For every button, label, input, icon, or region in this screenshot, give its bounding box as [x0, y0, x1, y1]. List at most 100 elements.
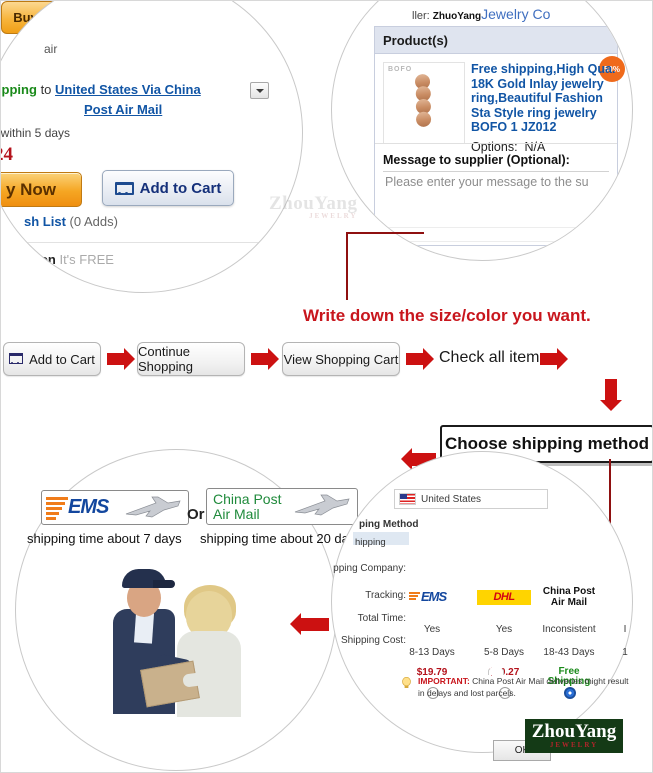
row-label-tracking: Tracking:: [365, 590, 406, 601]
notice-text1: China Post Air Mail deliveries might res…: [472, 676, 629, 686]
china-post-radio[interactable]: [564, 687, 576, 699]
zhouyang-jewelry-logo: ZhouYang JEWELRY: [525, 719, 623, 753]
free-shipping-tab[interactable]: hipping: [353, 532, 409, 548]
courier-shirt: [133, 612, 155, 644]
flow-view-shopping-cart-button[interactable]: View Shopping Cart: [282, 342, 400, 376]
china-post-caption: shipping time about 20 days: [200, 531, 362, 546]
product-title[interactable]: Free shipping,High Qua. 18K Gold Inlay j…: [471, 62, 621, 135]
add-to-cart-label: Add to Cart: [139, 179, 222, 197]
lightbulb-icon: [402, 677, 411, 688]
checkout-page-callout-circle: ller: ZhuoYangJewelry Co Product(s) BOFO: [331, 1, 633, 261]
arrow-right-icon: [107, 348, 135, 370]
wish-list-row[interactable]: sh List (0 Adds): [24, 214, 118, 229]
free-shipping-tab-label: hipping: [355, 537, 386, 548]
row-label-company: pping Company:: [333, 563, 406, 574]
message-to-supplier-label: Message to supplier (Optional):: [383, 153, 570, 167]
ems-label: EMS: [421, 589, 447, 604]
logo-text: ZhouYang: [532, 721, 617, 742]
free-shipping-row: hipping to United States Via China: [1, 82, 201, 97]
divider: [383, 227, 609, 228]
china-post-icon: China Post Air Mail: [543, 586, 595, 608]
price-value: 24: [1, 144, 13, 165]
china-post-line1: China Post: [213, 491, 282, 507]
ems-bars-icon: [46, 497, 68, 522]
china-post-header: China Post Air Mail: [538, 586, 600, 608]
flow-add-to-cart-button[interactable]: Add to Cart: [3, 342, 101, 376]
add-to-cart-button[interactable]: Add to Cart: [102, 170, 234, 206]
product-thumbnail[interactable]: BOFO: [383, 62, 465, 144]
message-placeholder: Please enter your message to the su: [385, 175, 589, 189]
ems-logo-text: EMS: [68, 496, 109, 518]
arrow-right-icon: [406, 348, 434, 370]
seller-name: ZhuoYang: [432, 11, 482, 22]
to-label: to: [40, 82, 52, 97]
destination-link[interactable]: United States Via China: [55, 82, 201, 97]
airplane-icon: [294, 494, 350, 516]
clipped-tracking: I: [623, 624, 627, 635]
china-post-logo-box: China Post Air Mail: [206, 488, 358, 525]
logo-sub: JEWELRY: [549, 741, 599, 749]
china-post-total-time: 18-43 Days: [543, 647, 595, 658]
china-post-head-line1: China Post: [542, 586, 596, 597]
shipping-method-label: ping Method: [359, 519, 419, 530]
air-text: air: [44, 42, 58, 56]
china-post-logo-text: China Post Air Mail: [213, 492, 281, 522]
china-post-head-line2: Air Mail: [550, 597, 588, 608]
annotation-line-horizontal: [346, 232, 424, 234]
free-shipping-label: hipping: [1, 82, 37, 97]
checkout-page-content: ller: ZhuoYangJewelry Co Product(s) BOFO: [332, 2, 632, 260]
product-page-callout-circle: air hipping to United States Via China P…: [1, 1, 303, 293]
buy-now-button[interactable]: y Now: [1, 172, 82, 207]
china-post-line2: Air Mail: [213, 506, 260, 522]
ring-image: [389, 68, 457, 137]
dhl-total-time: 5-8 Days: [483, 647, 524, 658]
logo-part2: Yang: [575, 721, 617, 742]
flow-continue-shopping-button[interactable]: Continue Shopping: [137, 342, 245, 376]
arrow-right-icon: [540, 348, 568, 370]
products-panel: Product(s) BOFO 50% Free shipping,High Q…: [374, 26, 625, 246]
arrow-down-icon: [600, 379, 622, 411]
dhl-tracking: Yes: [495, 624, 513, 635]
wish-list-label: sh List: [24, 214, 66, 229]
infographic-page: air hipping to United States Via China P…: [0, 0, 653, 773]
courier-cap-brim: [153, 580, 175, 588]
notice-line1: IMPORTANT: China Post Air Mail deliverie…: [418, 676, 629, 686]
products-header: Product(s): [375, 27, 617, 54]
wish-list-count: (0 Adds): [69, 214, 118, 229]
arrow-right-icon: [251, 348, 279, 370]
notice-label: IMPORTANT:: [418, 676, 470, 686]
us-flag-icon: [399, 493, 416, 505]
ems-logo-box: EMS: [41, 490, 189, 525]
annotation-text: Write down the size/color you want.: [303, 306, 591, 325]
row-label-total-time: Total Time:: [357, 613, 406, 624]
chevron-down-icon[interactable]: [250, 82, 269, 99]
protection-value: It's FREE: [59, 252, 114, 267]
flow-step1-label: Add to Cart: [29, 351, 95, 367]
dhl-logo-header: DHL: [476, 586, 532, 608]
or-label: Or: [187, 506, 205, 523]
ems-logo-header: EMS: [406, 586, 458, 608]
divider: [1, 242, 292, 243]
ems-total-time: 8-13 Days: [409, 647, 455, 658]
watermark-brand-1: Zhou: [269, 193, 315, 214]
seller-company[interactable]: Jewelry Co: [481, 6, 550, 22]
country-select[interactable]: United States: [394, 489, 548, 509]
airplane-icon: [125, 496, 181, 518]
seller-row: ller: ZhuoYangJewelry Co: [412, 6, 550, 22]
country-value: United States: [421, 493, 482, 505]
protection-label: tion: [32, 252, 56, 267]
buyer-protection-row: tion It's FREE: [32, 252, 114, 267]
dhl-label: DHL: [493, 591, 515, 603]
thumb-brand-icon: BOFO: [388, 66, 413, 73]
ems-tracking: Yes: [423, 624, 441, 635]
divider: [395, 241, 595, 242]
destination-link-line2[interactable]: Post Air Mail: [84, 102, 162, 117]
row-label-shipping-cost: Shipping Cost:: [340, 635, 406, 646]
clipped-total-time: 1: [622, 647, 628, 658]
dhl-icon: DHL: [477, 589, 531, 605]
notice-line2: in delays and lost parcels.: [418, 688, 516, 698]
seller-prefix: ller:: [412, 10, 430, 22]
shopping-cart-icon: [114, 181, 134, 195]
shopping-cart-icon: [9, 353, 24, 365]
ems-caption: shipping time about 7 days: [27, 531, 182, 546]
